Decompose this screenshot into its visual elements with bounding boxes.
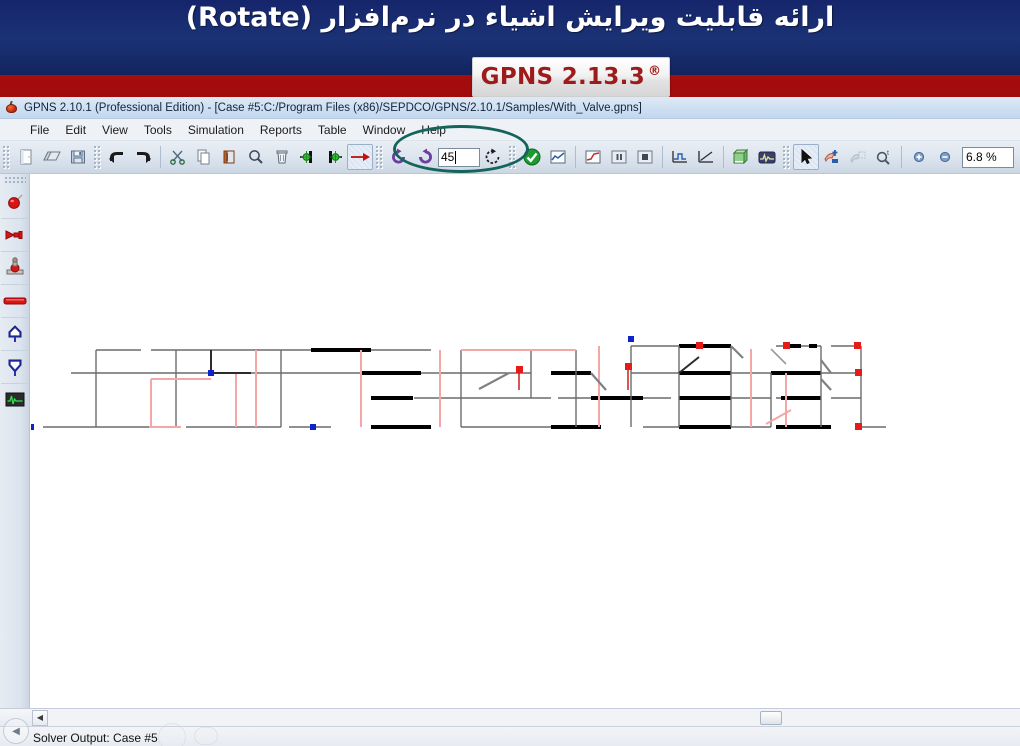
- toolbar-grip-run[interactable]: [508, 145, 516, 169]
- work-area: [0, 174, 1020, 708]
- toolbar-separator: [160, 146, 161, 168]
- pointer-select-icon[interactable]: [793, 144, 819, 170]
- gpns-app-icon: [4, 100, 19, 115]
- status-bar: Solver Output: Case #5: [0, 723, 1020, 746]
- copy-icon[interactable]: [191, 144, 217, 170]
- redo-arrow-icon[interactable]: [130, 144, 156, 170]
- pipeline-network-diagram: [31, 336, 886, 430]
- run-check-icon[interactable]: [519, 144, 545, 170]
- toolbar-separator: [662, 146, 663, 168]
- rotate-free-icon[interactable]: [480, 144, 506, 170]
- slide-title: ارائه قابلیت ویرایش اشیاء در نرم‌افزار (…: [185, 2, 835, 33]
- rotate-angle-value: 45: [441, 150, 455, 164]
- slide-root: ارائه قابلیت ویرایش اشیاء در نرم‌افزار (…: [0, 0, 1020, 746]
- window-titlebar: GPNS 2.10.1 (Professional Edition) - [Ca…: [0, 97, 1020, 119]
- horizontal-scroll-thumb[interactable]: [760, 710, 782, 725]
- delete-trash-icon[interactable]: [269, 144, 295, 170]
- undo-arrow-icon[interactable]: [104, 144, 130, 170]
- menu-help[interactable]: Help: [413, 122, 454, 138]
- horizontal-scroll-track[interactable]: [48, 709, 1020, 726]
- toolbar-grip-select[interactable]: [782, 145, 790, 169]
- open-folder-icon[interactable]: [39, 144, 65, 170]
- zoom-in-icon[interactable]: [906, 144, 932, 170]
- step-chart-icon[interactable]: [667, 144, 693, 170]
- menu-edit[interactable]: Edit: [57, 122, 94, 138]
- toolbar-separator: [575, 146, 576, 168]
- solver-output-status: Solver Output: Case #5: [33, 730, 158, 745]
- menu-reports[interactable]: Reports: [252, 122, 310, 138]
- toolbar-separator: [901, 146, 902, 168]
- palette-grip[interactable]: [3, 176, 26, 183]
- rotate-angle-input[interactable]: 45: [438, 147, 480, 167]
- horizontal-scrollbar[interactable]: ◀: [0, 708, 1020, 726]
- toolbar-grip-rotate[interactable]: [375, 145, 383, 169]
- zoom-select-icon[interactable]: t: [871, 144, 897, 170]
- edit-object-icon[interactable]: [845, 144, 871, 170]
- move-right-arrow-icon[interactable]: [347, 144, 373, 170]
- menu-table[interactable]: Table: [310, 122, 355, 138]
- menubar: File Edit View Tools Simulation Reports …: [0, 119, 1020, 141]
- add-object-icon[interactable]: [819, 144, 845, 170]
- cut-scissors-icon[interactable]: [165, 144, 191, 170]
- plot-blue-icon[interactable]: [545, 144, 571, 170]
- new-document-icon[interactable]: [13, 144, 39, 170]
- valve-tool[interactable]: [0, 218, 29, 251]
- zoom-level-value: 6.8 %: [966, 150, 997, 164]
- 3d-box-icon[interactable]: [728, 144, 754, 170]
- monitor-tool[interactable]: [0, 383, 29, 416]
- gpns-badge-text: GPNS 2.13.3 ®: [481, 64, 662, 90]
- back-arrow-icon: ◀: [12, 725, 20, 737]
- gpns-application-window: GPNS 2.10.1 (Professional Edition) - [Ca…: [0, 97, 1020, 746]
- menu-view[interactable]: View: [94, 122, 136, 138]
- menu-tools[interactable]: Tools: [136, 122, 180, 138]
- text-caret: [455, 150, 457, 164]
- ghost-dots-icon: [194, 727, 218, 745]
- source-node-tool[interactable]: [1, 185, 29, 218]
- svg-text:t: t: [887, 150, 889, 157]
- ghost-magnifier-icon: [158, 723, 186, 746]
- compressor-tool[interactable]: [0, 251, 29, 284]
- rotate-counterclockwise-icon[interactable]: [412, 144, 438, 170]
- paste-icon[interactable]: [217, 144, 243, 170]
- line-chart-icon[interactable]: [693, 144, 719, 170]
- plot-red-icon[interactable]: [580, 144, 606, 170]
- registered-mark-icon: ®: [648, 64, 662, 80]
- gpns-badge-label: GPNS 2.13.3: [480, 64, 646, 90]
- menu-window[interactable]: Window: [355, 122, 414, 138]
- rotate-clockwise-icon[interactable]: [386, 144, 412, 170]
- main-toolbar: 45 t 6.8 %: [0, 125, 1020, 174]
- pipe-tool[interactable]: [0, 284, 29, 317]
- zoom-level-field[interactable]: 6.8 %: [962, 146, 1014, 168]
- find-magnifier-icon[interactable]: [243, 144, 269, 170]
- network-canvas[interactable]: [30, 174, 1020, 708]
- menu-file[interactable]: File: [22, 122, 57, 138]
- toolbar-separator: [723, 146, 724, 168]
- window-title-text: GPNS 2.10.1 (Professional Edition) - [Ca…: [24, 101, 642, 114]
- insert-node-left-icon[interactable]: [295, 144, 321, 170]
- delivery-point-tool[interactable]: [0, 317, 29, 350]
- toolbar-grip-file[interactable]: [2, 145, 10, 169]
- zoom-out-icon[interactable]: [932, 144, 958, 170]
- wave-monitor-icon[interactable]: [754, 144, 780, 170]
- object-palette: [0, 174, 30, 708]
- slide-back-nav-button[interactable]: ◀: [3, 718, 29, 744]
- pause-icon[interactable]: [606, 144, 632, 170]
- insert-node-right-icon[interactable]: [321, 144, 347, 170]
- toolbar-grip-edit[interactable]: [93, 145, 101, 169]
- menu-simulation[interactable]: Simulation: [180, 122, 252, 138]
- supply-point-tool[interactable]: [0, 350, 29, 383]
- gpns-version-badge: GPNS 2.13.3 ®: [472, 57, 670, 97]
- save-disk-icon[interactable]: [65, 144, 91, 170]
- stop-icon[interactable]: [632, 144, 658, 170]
- scroll-left-arrow-icon[interactable]: ◀: [32, 709, 48, 726]
